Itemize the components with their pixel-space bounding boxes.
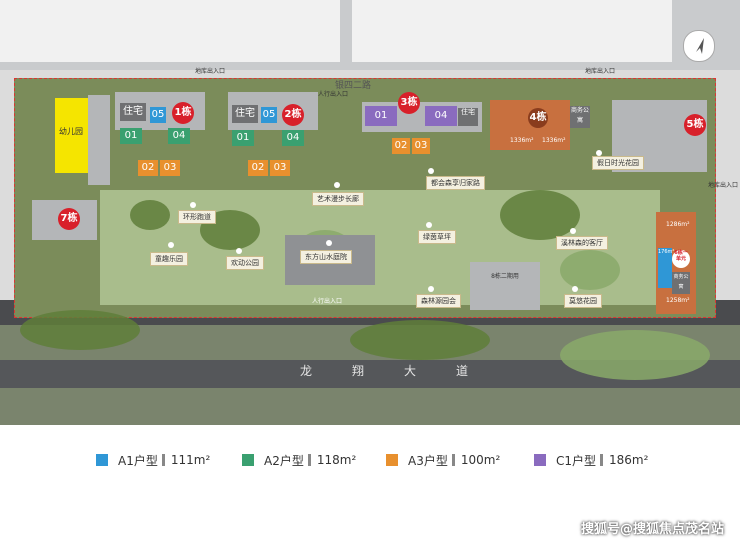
building-1-unit-01: 01 xyxy=(120,128,142,144)
entrance-right-top: 地库出入口 xyxy=(585,68,616,75)
building-6-area-1: 1286m² xyxy=(666,221,690,228)
building-3-unit-01: 01 xyxy=(365,106,397,126)
building-5-badge: 5栋 xyxy=(684,114,706,136)
building-2-unit-02: 02 xyxy=(248,160,268,176)
facility-marker xyxy=(236,248,242,254)
facility-fun-park: 欢动公园 xyxy=(226,256,264,270)
tree-cluster xyxy=(500,190,580,240)
site-plan-page: 银四二路 龙翔大道 地库出入口 人行出入口 地库出入口 地库出入口 人行出入口 … xyxy=(0,0,740,545)
facility-lawn: 绿茵草坪 xyxy=(418,230,456,244)
building-2-unit-01: 01 xyxy=(232,130,254,146)
entrance-right-side: 地库出入口 xyxy=(708,182,739,189)
facility-art-walk: 艺术漫步长廊 xyxy=(312,192,364,206)
legend-divider xyxy=(161,454,165,466)
legend-name: C1户型 xyxy=(556,453,597,468)
building-7-badge: 7栋 xyxy=(58,208,80,230)
legend-item-a1: A1户型 111m² xyxy=(96,450,210,470)
facility-holiday-garden: 假日时光花园 xyxy=(592,156,644,170)
legend-item-c1: C1户型 186m² xyxy=(534,450,648,470)
compass-icon xyxy=(683,30,715,62)
tree-cluster xyxy=(20,310,140,350)
facility-forest-club: 森林源园会 xyxy=(416,294,461,308)
building-6-side-label: 商务公寓 xyxy=(672,272,690,294)
legend-name: A1户型 xyxy=(118,453,158,468)
building-6-area-2: 1258m² xyxy=(666,297,690,304)
facility-marker xyxy=(334,182,340,188)
facility-marker xyxy=(168,242,174,248)
facility-forest-lounge: 溪林森的客厅 xyxy=(556,236,608,250)
facility-mo-garden: 莫悠花园 xyxy=(564,294,602,308)
legend-divider xyxy=(451,454,455,466)
building-1-unit-05: 05 xyxy=(150,107,166,123)
legend-name: A2户型 xyxy=(264,453,304,468)
building-3-unit-04: 04 xyxy=(425,106,457,126)
entrance-bottom: 人行出入口 xyxy=(312,298,343,305)
legend-area: 118m² xyxy=(316,453,357,467)
tree-cluster xyxy=(350,320,490,360)
building-4-area-1: 1336m² xyxy=(510,137,534,144)
north-arrow-icon xyxy=(696,38,704,54)
legend-swatch-c1 xyxy=(534,454,546,466)
top-left-block xyxy=(0,0,340,62)
building-1-unit-04: 04 xyxy=(168,128,190,144)
entrance-left-top: 地库出入口 xyxy=(195,68,226,75)
unit-type-legend: A1户型 111m² A2户型 118m² A3户型 100m² C1户型 18… xyxy=(0,450,740,480)
building-1-unit-03: 03 xyxy=(160,160,180,176)
building-2-unit-05: 05 xyxy=(261,107,277,123)
kindergarten-label: 幼儿园 xyxy=(59,127,83,136)
facility-oriental-garden: 东方山水庭院 xyxy=(300,250,352,264)
watermark: 搜狐号@搜狐焦点茂名站 xyxy=(580,522,724,537)
building-2-unit-04: 04 xyxy=(282,130,304,146)
building-1-badge: 1栋 xyxy=(172,102,194,124)
site-plan-map: 银四二路 龙翔大道 地库出入口 人行出入口 地库出入口 地库出入口 人行出入口 … xyxy=(0,0,740,425)
road-name-bottom: 龙翔大道 xyxy=(300,364,509,378)
building-1-label: 住宅 xyxy=(120,103,146,121)
tree-cluster xyxy=(560,330,710,380)
building-2-unit-03: 03 xyxy=(270,160,290,176)
facility-marker xyxy=(326,240,332,246)
building-4-side-label: 商务公寓 xyxy=(570,106,590,128)
facility-ring-track: 环形跑道 xyxy=(178,210,216,224)
building-6-badge: 6栋一单元 xyxy=(672,250,690,268)
facility-marker xyxy=(426,222,432,228)
building-1-unit-02: 02 xyxy=(138,160,158,176)
legend-area: 186m² xyxy=(609,453,649,467)
building-2-badge: 2栋 xyxy=(282,104,304,126)
kindergarten-wing xyxy=(88,95,110,185)
top-right-block xyxy=(352,0,672,62)
building-4-badge: 4栋 xyxy=(528,108,548,128)
legend-area: 111m² xyxy=(170,453,211,467)
facility-marker xyxy=(428,286,434,292)
building-8-label: 8栋二期用 xyxy=(491,273,519,280)
entrance-mid-top: 人行出入口 xyxy=(318,91,349,98)
facility-homecoming-path: 都会森享归家路 xyxy=(426,176,485,190)
legend-swatch-a2 xyxy=(242,454,254,466)
building-6-mid: 176m² xyxy=(658,248,674,288)
legend-item-a2: A2户型 118m² xyxy=(242,450,356,470)
tree-cluster xyxy=(560,250,620,290)
building-2-label: 住宅 xyxy=(232,105,258,123)
facility-kids-park: 童趣乐园 xyxy=(150,252,188,266)
tree-cluster xyxy=(130,200,170,230)
building-3-unit-03: 03 xyxy=(412,138,430,154)
legend-item-a3: A3户型 100m² xyxy=(386,450,500,470)
facility-marker xyxy=(570,228,576,234)
facility-marker xyxy=(190,202,196,208)
legend-divider xyxy=(600,454,604,466)
building-3-unit-02: 02 xyxy=(392,138,410,154)
facility-marker xyxy=(572,286,578,292)
building-4-area-2: 1336m² xyxy=(542,137,566,144)
legend-divider xyxy=(307,454,311,466)
building-3-label: 住宅 xyxy=(458,108,478,126)
legend-swatch-a3 xyxy=(386,454,398,466)
facility-marker xyxy=(428,168,434,174)
legend-swatch-a1 xyxy=(96,454,108,466)
legend-area: 100m² xyxy=(460,453,501,467)
building-3-badge: 3栋 xyxy=(398,92,420,114)
legend-name: A3户型 xyxy=(408,453,448,468)
